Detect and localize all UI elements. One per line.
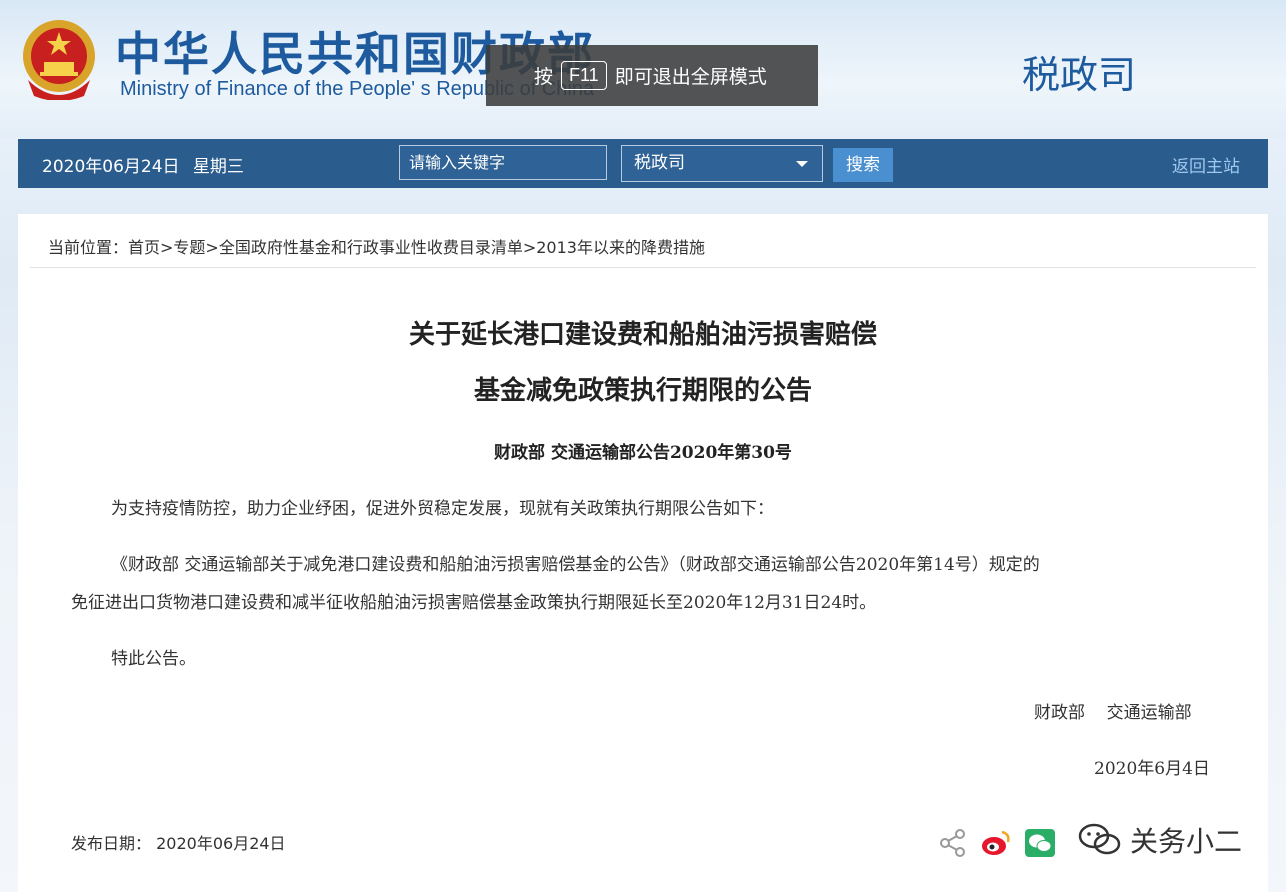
breadcrumb-label: 当前位置： xyxy=(48,238,129,257)
department-title: 税政司 xyxy=(1022,53,1137,97)
content-panel: 当前位置：首页>专题>全国政府性基金和行政事业性收费目录清单>2013年以来的降… xyxy=(18,214,1268,892)
search-input[interactable]: 请输入关键字 xyxy=(399,145,607,180)
breadcrumb-path[interactable]: 首页>专题>全国政府性基金和行政事业性收费目录清单>2013年以来的降费措施 xyxy=(128,238,705,257)
date-text: 2020年06月24日 xyxy=(42,157,180,177)
chevron-down-icon xyxy=(796,161,808,167)
department-select[interactable]: 税政司 xyxy=(621,145,823,182)
weibo-icon[interactable] xyxy=(980,828,1012,858)
article-title-line1: 关于延长港口建设费和船舶油污损害赔偿 xyxy=(408,320,877,350)
signature-date: 2020年6月4日 xyxy=(1094,759,1210,779)
f11-key: F11 xyxy=(561,61,607,90)
weekday-text: 星期三 xyxy=(192,157,244,177)
share-icon[interactable] xyxy=(938,828,968,858)
paragraph-3: 特此公告。 xyxy=(111,649,196,669)
publish-date: 发布日期： 2020年06月24日 xyxy=(71,830,286,854)
national-emblem-icon xyxy=(23,20,95,100)
document-number: 财政部 交通运输部公告2020年第30号 xyxy=(494,443,792,463)
wechat-official-icon xyxy=(1078,823,1121,855)
select-value: 税政司 xyxy=(634,153,685,173)
signature: 财政部 交通运输部 xyxy=(1034,703,1192,723)
divider xyxy=(30,267,1256,268)
current-date: 2020年06月24日 星期三 xyxy=(42,152,244,177)
breadcrumb: 当前位置：首页>专题>全国政府性基金和行政事业性收费目录清单>2013年以来的降… xyxy=(48,234,705,258)
wechat-icon[interactable] xyxy=(1024,828,1056,858)
watermark: 关务小二 xyxy=(1076,820,1242,860)
hint-prefix: 按 xyxy=(534,66,554,88)
publish-date-value: 2020年06月24日 xyxy=(156,834,286,853)
share-icons xyxy=(938,828,1056,858)
paragraph-2-line1: 《财政部 交通运输部关于减免港口建设费和船舶油污损害赔偿基金的公告》（财政部交通… xyxy=(111,555,1040,575)
article-title-line2: 基金减免政策执行期限的公告 xyxy=(473,376,812,406)
paragraph-2-line2: 免征进出口货物港口建设费和减半征收船舶油污损害赔偿基金政策执行期限延长至2020… xyxy=(71,593,877,613)
hint-suffix: 即可退出全屏模式 xyxy=(614,66,767,88)
paragraph-1: 为支持疫情防控，助力企业纾困，促进外贸稳定发展，现就有关政策执行期限公告如下： xyxy=(111,499,774,519)
publish-label: 发布日期： xyxy=(71,834,152,853)
nav-bar: 2020年06月24日 星期三 请输入关键字 税政司 搜索 返回主站 xyxy=(18,139,1268,188)
fullscreen-hint: 按 F11 即可退出全屏模式 xyxy=(486,45,818,106)
home-link[interactable]: 返回主站 xyxy=(1172,152,1240,177)
watermark-text: 关务小二 xyxy=(1130,825,1243,858)
search-button[interactable]: 搜索 xyxy=(833,148,893,182)
